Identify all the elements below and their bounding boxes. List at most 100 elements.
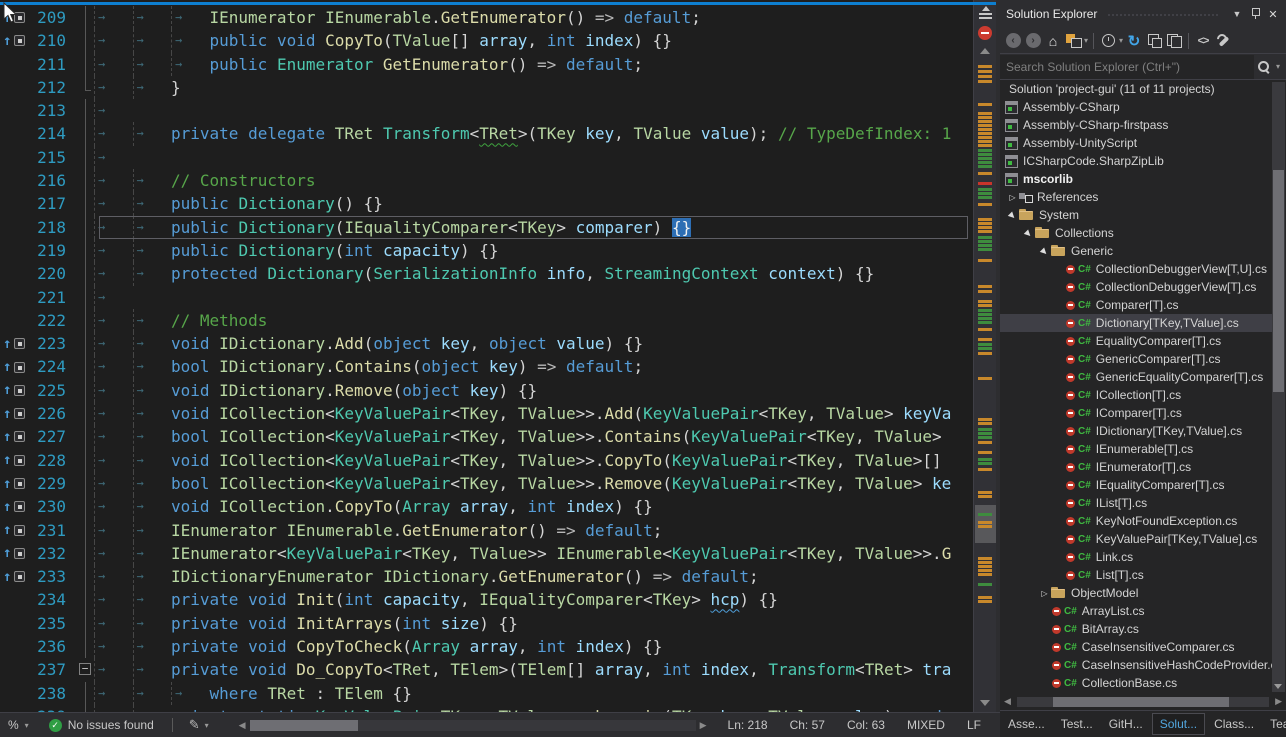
properties-button[interactable] <box>1214 31 1232 51</box>
line-number[interactable]: 230 <box>30 495 78 518</box>
back-button[interactable]: ‹ <box>1004 31 1022 51</box>
fold-margin[interactable] <box>78 169 94 192</box>
line-indicator[interactable]: Ln: 218 <box>717 718 779 732</box>
line-number[interactable]: 228 <box>30 449 78 472</box>
chevron-collapsed-icon[interactable]: ▷ <box>1006 193 1019 202</box>
scroll-right-arrow-icon[interactable]: ▶ <box>696 720 711 731</box>
tree-item[interactable]: C#GenericComparer[T].cs <box>1000 350 1272 368</box>
line-number[interactable]: 216 <box>30 169 78 192</box>
fold-margin[interactable] <box>78 76 94 99</box>
fold-margin[interactable] <box>78 216 94 239</box>
fold-margin[interactable] <box>78 565 94 588</box>
line-number[interactable]: 239 <box>30 705 78 712</box>
code-line[interactable]: 215→ <box>0 146 973 169</box>
tree-item[interactable]: C#Link.cs <box>1000 548 1272 566</box>
line-number[interactable]: 233 <box>30 565 78 588</box>
vertical-scrollbar-thumb[interactable] <box>975 505 996 543</box>
line-number[interactable]: 211 <box>30 53 78 76</box>
chevron-down-icon[interactable]: ▾ <box>1276 62 1280 71</box>
fold-margin[interactable] <box>78 449 94 472</box>
chevron-down-icon[interactable]: ▾ <box>1119 36 1123 45</box>
collapse-all-button[interactable] <box>1145 31 1163 51</box>
code-line[interactable]: 237−→→private void Do_CopyTo<TRet, TElem… <box>0 658 973 681</box>
tree-item[interactable]: C#IComparer[T].cs <box>1000 404 1272 422</box>
tree-item[interactable]: ▶Generic <box>1000 242 1272 260</box>
chevron-expanded-icon[interactable]: ▶ <box>1021 225 1037 241</box>
panel-tab[interactable]: GitH... <box>1102 714 1150 734</box>
chevron-expanded-icon[interactable]: ▶ <box>1037 243 1053 259</box>
solution-explorer-titlebar[interactable]: Solution Explorer ▼ ✕ <box>1000 0 1286 28</box>
tree-item[interactable]: ▶System <box>1000 206 1272 224</box>
tree-item[interactable]: C#ArrayList.cs <box>1000 602 1272 620</box>
tree-hscrollbar-thumb[interactable] <box>1053 697 1229 707</box>
line-number[interactable]: 219 <box>30 239 78 262</box>
line-number[interactable]: 209 <box>30 6 78 29</box>
code-line[interactable]: 236→→private void CopyToCheck(Array arra… <box>0 635 973 658</box>
code-line[interactable]: 222→→// Methods <box>0 309 973 332</box>
char-indicator[interactable]: Ch: 57 <box>779 718 836 732</box>
chevron-down-icon[interactable]: ▾ <box>1084 36 1088 45</box>
line-number[interactable]: 225 <box>30 379 78 402</box>
fold-margin[interactable] <box>78 332 94 355</box>
scroll-down-arrow-icon[interactable] <box>980 700 990 706</box>
line-number[interactable]: 223 <box>30 332 78 355</box>
fold-margin[interactable] <box>78 495 94 518</box>
code-line[interactable]: ↑230→→void ICollection.CopyTo(Array arra… <box>0 495 973 518</box>
tree-item[interactable]: Solution 'project-gui' (11 of 11 project… <box>1000 80 1272 98</box>
tree-item[interactable]: C#IList[T].cs <box>1000 494 1272 512</box>
code-line[interactable]: 218→→public Dictionary(IEqualityComparer… <box>0 216 973 239</box>
code-line[interactable]: 238→→→where TRet : TElem {} <box>0 682 973 705</box>
search-icon[interactable] <box>1256 59 1272 75</box>
close-button[interactable]: ✕ <box>1264 8 1282 21</box>
tree-item[interactable]: C#BitArray.cs <box>1000 620 1272 638</box>
scroll-left-arrow-icon[interactable]: ◀ <box>235 720 250 731</box>
code-line[interactable]: ↑233→→IDictionaryEnumerator IDictionary.… <box>0 565 973 588</box>
code-line[interactable]: ↑210→→→public void CopyTo(TValue[] array… <box>0 29 973 52</box>
view-code-button[interactable]: <> <box>1194 31 1212 51</box>
code-line[interactable]: ↑224→→bool IDictionary.Contains(object k… <box>0 355 973 378</box>
code-line[interactable]: 211→→→public Enumerator GetEnumerator() … <box>0 53 973 76</box>
document-health-error-icon[interactable] <box>978 26 992 40</box>
line-number[interactable]: 218 <box>30 216 78 239</box>
scroll-down-arrow-icon[interactable] <box>1274 684 1282 689</box>
tree-item[interactable]: C#Dictionary[TKey,TValue].cs <box>1000 314 1272 332</box>
home-button[interactable]: ⌂ <box>1044 31 1062 51</box>
tree-item[interactable]: C#CaseInsensitiveComparer.cs <box>1000 638 1272 656</box>
line-number[interactable]: 232 <box>30 542 78 565</box>
tree-item[interactable]: Assembly-UnityScript <box>1000 134 1272 152</box>
tree-item[interactable]: C#IDictionary[TKey,TValue].cs <box>1000 422 1272 440</box>
code-line[interactable]: ↑227→→bool ICollection<KeyValuePair<TKey… <box>0 425 973 448</box>
line-number[interactable]: 236 <box>30 635 78 658</box>
tree-item[interactable]: ICSharpCode.SharpZipLib <box>1000 152 1272 170</box>
chevron-collapsed-icon[interactable]: ▷ <box>1038 589 1051 598</box>
fold-margin[interactable] <box>78 588 94 611</box>
tree-horizontal-scrollbar[interactable]: ◀ ▶ <box>1000 693 1286 710</box>
fold-margin[interactable] <box>78 286 94 309</box>
search-input[interactable] <box>1000 55 1254 79</box>
tree-item[interactable]: C#List[T].cs <box>1000 566 1272 584</box>
code-line[interactable]: ↑226→→void ICollection<KeyValuePair<TKey… <box>0 402 973 425</box>
code-line[interactable]: ↑229→→bool ICollection<KeyValuePair<TKey… <box>0 472 973 495</box>
panel-tab[interactable]: Asse... <box>1001 714 1052 734</box>
fold-collapse-button[interactable]: − <box>79 663 91 675</box>
fold-margin[interactable] <box>78 239 94 262</box>
code-line[interactable]: ↑223→→void IDictionary.Add(object key, o… <box>0 332 973 355</box>
tree-item[interactable]: mscorlib <box>1000 170 1272 188</box>
show-all-files-button[interactable] <box>1165 31 1183 51</box>
code-editor[interactable]: ↑209→→→IEnumerator IEnumerable.GetEnumer… <box>0 0 996 712</box>
fold-margin[interactable] <box>78 6 94 29</box>
line-number[interactable]: 227 <box>30 425 78 448</box>
line-number[interactable]: 226 <box>30 402 78 425</box>
code-line[interactable]: ↑209→→→IEnumerator IEnumerable.GetEnumer… <box>0 6 973 29</box>
fold-margin[interactable] <box>78 29 94 52</box>
code-line[interactable]: 213→ <box>0 99 973 122</box>
fold-margin[interactable] <box>78 542 94 565</box>
tree-item[interactable]: C#IEqualityComparer[T].cs <box>1000 476 1272 494</box>
horizontal-scrollbar[interactable]: ◀ ▶ <box>235 713 711 737</box>
tree-item[interactable]: C#IEnumerator[T].cs <box>1000 458 1272 476</box>
line-number[interactable]: 217 <box>30 192 78 215</box>
fold-margin[interactable] <box>78 99 94 122</box>
line-number[interactable]: 237 <box>30 658 78 681</box>
tree-vertical-scrollbar[interactable] <box>1272 82 1285 692</box>
line-number[interactable]: 229 <box>30 472 78 495</box>
